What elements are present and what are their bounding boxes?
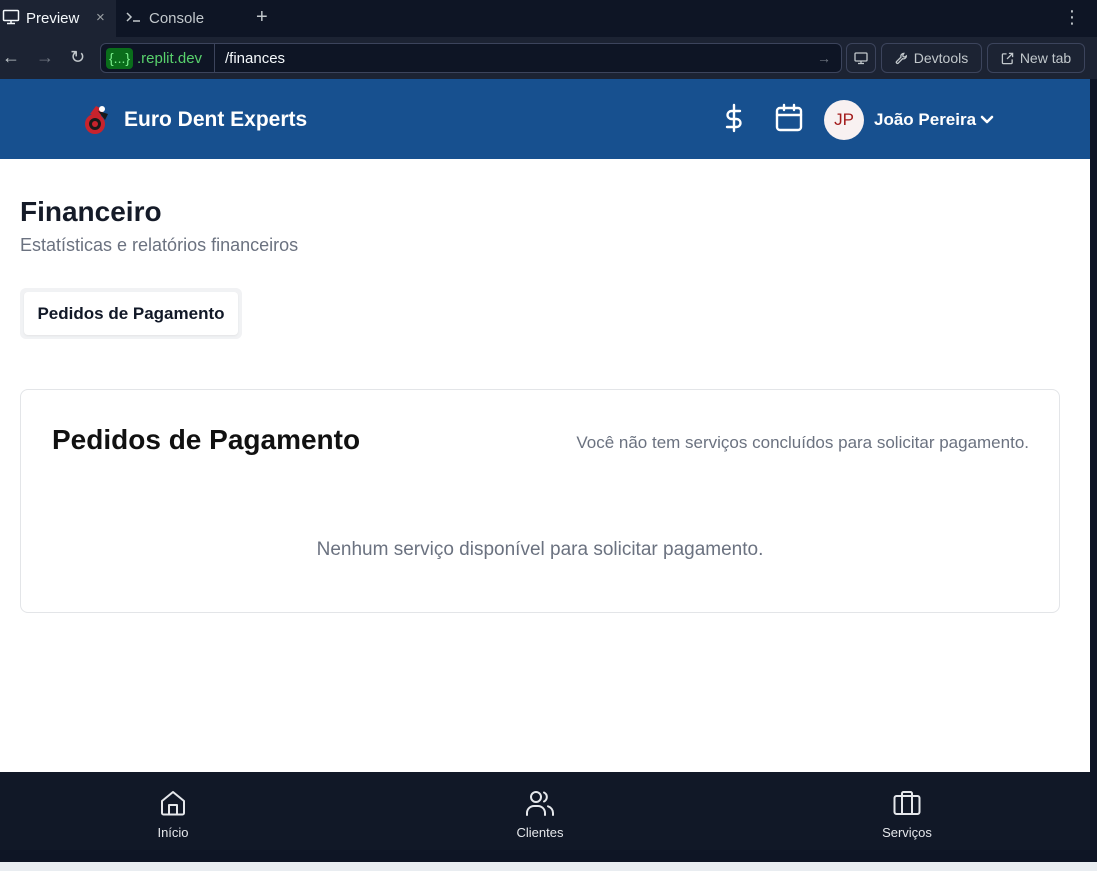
new-tab-button[interactable]: New tab [987, 43, 1085, 73]
bottom-nav: Início Clientes Serviços [0, 772, 1090, 850]
window-bottom-edge [0, 862, 1097, 871]
external-link-icon [1001, 52, 1014, 64]
nav-label-home: Início [157, 825, 189, 840]
brand-logo-icon[interactable] [80, 103, 114, 137]
nav-label-services: Serviços [882, 825, 932, 840]
dollar-icon[interactable] [719, 103, 749, 133]
screen-icon [854, 52, 868, 65]
devtools-button[interactable]: Devtools [881, 43, 982, 73]
close-tab-icon[interactable]: × [96, 9, 105, 26]
new-tab-label: New tab [1019, 50, 1072, 66]
card-description: Você não tem serviços concluídos para so… [576, 433, 1029, 452]
app-viewport: Euro Dent Experts JP João Pereira Financ… [0, 79, 1090, 772]
page-subtitle: Estatísticas e relatórios financeiros [20, 235, 299, 255]
pane-scrollbar-gutter [1090, 79, 1097, 862]
user-name[interactable]: João Pereira [874, 109, 976, 131]
tab-preview-label: Preview [26, 10, 80, 27]
brand-name[interactable]: Euro Dent Experts [124, 107, 307, 133]
forward-button[interactable]: → [36, 46, 54, 68]
monitor-icon [2, 9, 20, 29]
users-icon [526, 791, 554, 816]
tab-console-label: Console [149, 10, 205, 27]
reload-button[interactable]: ↻ [70, 46, 85, 68]
screen-size-button[interactable] [846, 43, 876, 73]
finance-tabs: Pedidos de Pagamento [20, 288, 242, 339]
briefcase-icon [893, 791, 921, 815]
card-title: Pedidos de Pagamento [52, 424, 361, 455]
nav-item-services[interactable]: Serviços [847, 788, 967, 840]
pane-tab-bar: Preview × Console + ⋮ [0, 0, 1097, 37]
page-title: Financeiro [20, 196, 162, 227]
terminal-icon [125, 9, 143, 29]
back-button[interactable]: ← [2, 46, 20, 68]
url-path[interactable]: /finances [225, 48, 285, 69]
url-bar: ← → ↻ {...} .replit.dev /finances → Devt… [0, 37, 1097, 79]
nav-item-clients[interactable]: Clientes [480, 788, 600, 840]
host-badge: {...} [106, 48, 134, 69]
address-divider [214, 44, 215, 72]
chevron-down-icon[interactable] [978, 111, 996, 129]
go-arrow-icon[interactable]: → [817, 48, 831, 69]
more-options-icon[interactable]: ⋮ [1063, 7, 1081, 27]
empty-state-message: Nenhum serviço disponível para solicitar… [316, 539, 764, 560]
calendar-icon[interactable] [774, 103, 804, 133]
tab-preview[interactable]: Preview × [0, 0, 116, 37]
host-domain: .replit.dev [137, 50, 203, 67]
nav-item-home[interactable]: Início [113, 788, 233, 840]
tab-payment-requests[interactable]: Pedidos de Pagamento [24, 292, 238, 335]
replit-preview-pane: Preview × Console + ⋮ ← → ↻ {...} .repli… [0, 0, 1097, 862]
app-header: Euro Dent Experts JP João Pereira [0, 79, 1090, 159]
home-icon [161, 791, 185, 816]
user-avatar[interactable]: JP [824, 100, 864, 140]
devtools-label: Devtools [913, 50, 969, 66]
nav-label-clients: Clientes [516, 825, 564, 840]
tab-console[interactable]: Console [117, 0, 243, 37]
wrench-icon [895, 52, 907, 64]
add-tab-button[interactable]: + [256, 6, 268, 28]
address-field[interactable]: {...} .replit.dev /finances → [100, 43, 842, 73]
payment-requests-card: Pedidos de Pagamento Você não tem serviç… [20, 389, 1060, 613]
